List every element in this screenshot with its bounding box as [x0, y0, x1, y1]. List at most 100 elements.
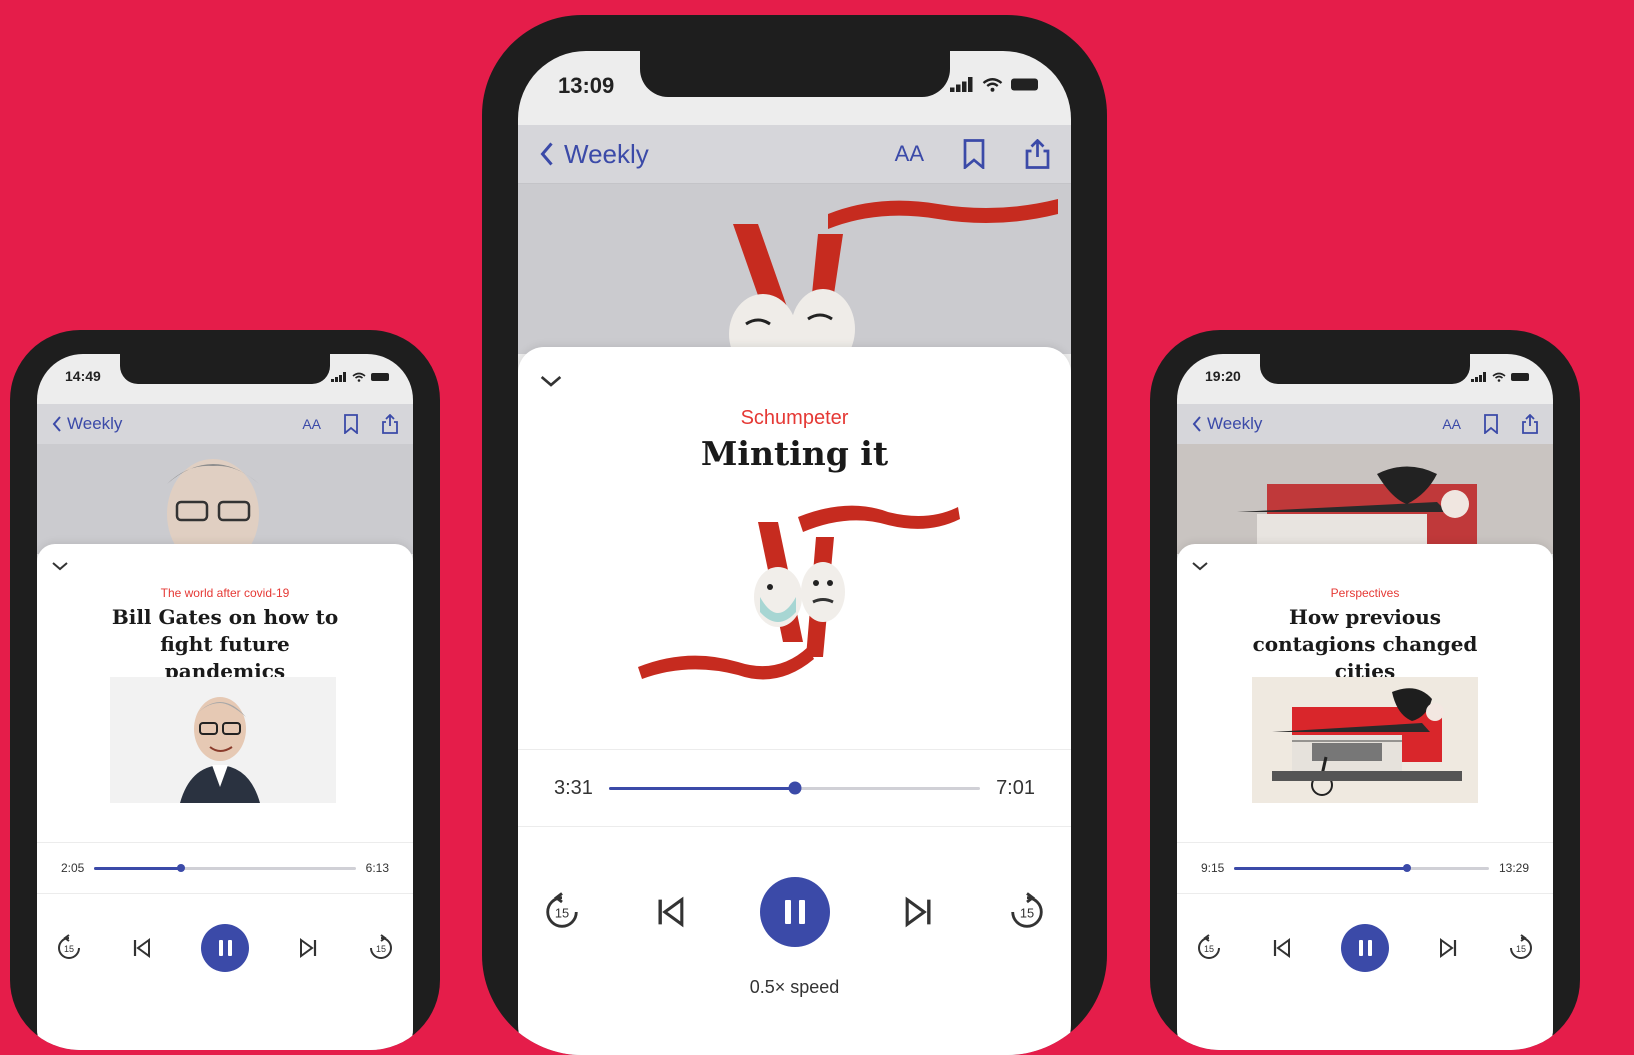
- text-size-button[interactable]: AA: [302, 416, 321, 432]
- svg-text:15: 15: [1020, 906, 1034, 921]
- duration-time: 13:29: [1498, 861, 1529, 875]
- phone-right: 19:20 Weekly AA Perspectives How previou…: [1150, 330, 1580, 1050]
- progress-fill: [608, 786, 795, 790]
- status-time: 14:49: [65, 368, 101, 384]
- pause-button[interactable]: [1341, 924, 1389, 972]
- elapsed-time: 9:15: [1201, 861, 1225, 875]
- masks-illustration: [729, 199, 1058, 354]
- previous-button[interactable]: [131, 937, 153, 959]
- article-title: How previous contagions changed cities: [1252, 605, 1478, 683]
- chevron-down-icon[interactable]: [51, 560, 69, 572]
- text-size-button[interactable]: AA: [895, 141, 924, 167]
- signal-icon: [331, 372, 346, 382]
- elapsed-time: 2:05: [61, 861, 85, 875]
- previous-button[interactable]: [654, 895, 688, 929]
- playback-progress: 3:31 7:01: [518, 749, 1071, 827]
- playback-progress: 2:05 6:13: [37, 842, 413, 894]
- playback-controls: 15 15: [1177, 924, 1553, 972]
- article-artwork: [1252, 677, 1478, 803]
- playback-progress: 9:15 13:29: [1177, 842, 1553, 894]
- article-hero-image: [1177, 444, 1553, 554]
- article-title: Minting it: [700, 434, 889, 473]
- next-button[interactable]: [297, 937, 319, 959]
- forward-15-button[interactable]: 15: [1007, 892, 1047, 932]
- skip-previous-icon: [658, 896, 684, 928]
- skip-next-icon: [905, 896, 931, 928]
- elapsed-time: 3:31: [554, 776, 593, 799]
- bookmark-icon[interactable]: [962, 139, 986, 169]
- progress-fill: [1234, 866, 1408, 870]
- progress-fill: [94, 866, 181, 870]
- battery-icon: [1511, 373, 1529, 381]
- back-button[interactable]: Weekly: [51, 414, 122, 434]
- next-button[interactable]: [1437, 937, 1459, 959]
- battery-icon: [371, 373, 389, 381]
- skip-next-icon: [300, 938, 317, 958]
- chevron-left-icon: [52, 416, 61, 432]
- share-icon[interactable]: [1024, 139, 1051, 169]
- forward-15-icon: 15: [370, 934, 392, 959]
- playback-speed-button[interactable]: 0.5× speed: [518, 977, 1071, 998]
- rewind-15-icon: 15: [1198, 934, 1220, 959]
- nav-bar: Weekly AA: [37, 404, 413, 444]
- chevron-down-icon[interactable]: [1191, 560, 1209, 572]
- notch: [639, 51, 950, 97]
- back-button[interactable]: Weekly: [538, 139, 649, 170]
- phone-left-screen: 14:49 Weekly AA The world after covid-19…: [37, 354, 413, 1050]
- progress-knob[interactable]: [1403, 864, 1412, 872]
- pause-button[interactable]: [201, 924, 249, 972]
- status-icons: [1471, 372, 1531, 382]
- svg-text:15: 15: [1516, 944, 1526, 954]
- house-illustration: [1237, 466, 1477, 554]
- bookmark-icon[interactable]: [1483, 414, 1499, 434]
- notch: [1260, 354, 1470, 384]
- forward-15-icon: 15: [1510, 934, 1532, 959]
- article-kicker: The world after covid-19: [160, 586, 290, 600]
- status-time: 19:20: [1205, 368, 1241, 384]
- progress-track[interactable]: [1234, 864, 1489, 872]
- article-hero-image: [37, 444, 413, 554]
- status-icons: [331, 372, 391, 382]
- wifi-icon: [982, 78, 1003, 92]
- audio-player-sheet: Schumpeter Minting it 3:31 7:01 15 15 0.…: [518, 347, 1071, 1055]
- rewind-15-button[interactable]: 15: [1195, 934, 1223, 962]
- progress-knob[interactable]: [176, 864, 185, 872]
- progress-knob[interactable]: [788, 781, 801, 795]
- back-label: Weekly: [564, 138, 649, 169]
- signal-icon: [1471, 372, 1486, 382]
- duration-time: 6:13: [365, 861, 389, 875]
- article-hero-image: [518, 184, 1071, 354]
- skip-previous-icon: [133, 938, 150, 958]
- nav-actions: AA: [1442, 414, 1539, 434]
- previous-button[interactable]: [1271, 937, 1293, 959]
- pause-icon: [218, 940, 232, 956]
- rewind-15-button[interactable]: 15: [55, 934, 83, 962]
- text-size-button[interactable]: AA: [1442, 416, 1461, 432]
- progress-track[interactable]: [94, 864, 356, 872]
- duration-time: 7:01: [996, 776, 1035, 799]
- phone-center-screen: 13:09 Weekly AA Schumpeter Minting it 3:…: [518, 51, 1071, 1055]
- share-icon[interactable]: [381, 414, 399, 434]
- playback-controls: 15 15: [37, 924, 413, 972]
- skip-previous-icon: [1273, 938, 1290, 958]
- back-button[interactable]: Weekly: [1191, 414, 1262, 434]
- share-icon[interactable]: [1521, 414, 1539, 434]
- progress-track[interactable]: [608, 781, 981, 795]
- pause-button[interactable]: [759, 877, 830, 947]
- forward-15-button[interactable]: 15: [1507, 934, 1535, 962]
- bookmark-icon[interactable]: [343, 414, 359, 434]
- phone-left: 14:49 Weekly AA The world after covid-19…: [10, 330, 440, 1050]
- article-title: Bill Gates on how to fight future pandem…: [111, 605, 339, 683]
- phone-center: 13:09 Weekly AA Schumpeter Minting it 3:…: [482, 15, 1107, 1055]
- rewind-15-button[interactable]: 15: [542, 892, 582, 932]
- chevron-left-icon: [540, 142, 553, 166]
- wifi-icon: [1492, 372, 1506, 382]
- nav-bar: Weekly AA: [1177, 404, 1553, 444]
- back-label: Weekly: [1207, 414, 1263, 433]
- status-icons: [950, 77, 1041, 92]
- next-button[interactable]: [901, 895, 935, 929]
- phone-right-screen: 19:20 Weekly AA Perspectives How previou…: [1177, 354, 1553, 1050]
- forward-15-button[interactable]: 15: [367, 934, 395, 962]
- chevron-down-icon[interactable]: [538, 373, 564, 389]
- nav-actions: AA: [302, 414, 399, 434]
